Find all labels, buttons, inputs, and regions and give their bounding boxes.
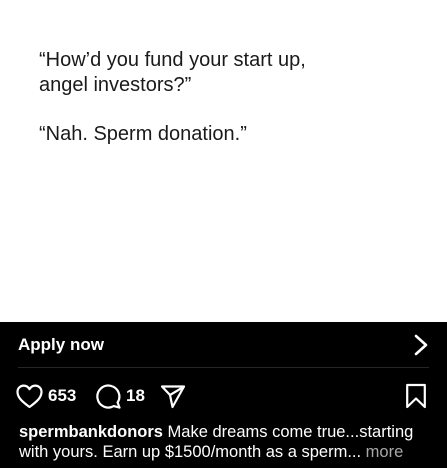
post-image[interactable]: “How’d you fund your start up, angel inv… [0, 0, 447, 322]
apply-now-label: Apply now [18, 334, 104, 354]
bookmark-icon[interactable] [405, 383, 427, 409]
like-button[interactable]: 653 [16, 378, 76, 414]
action-bar: 653 18 [0, 378, 447, 414]
post-caption: spermbankdonors Make dreams come true...… [19, 422, 434, 462]
divider [18, 367, 429, 368]
comment-count: 18 [126, 386, 145, 405]
chevron-right-icon [413, 334, 429, 356]
apply-now-bar[interactable]: Apply now [0, 322, 447, 367]
caption-username[interactable]: spermbankdonors [19, 423, 163, 441]
caption-more-link[interactable]: more [361, 443, 404, 461]
save-button[interactable] [405, 378, 427, 414]
post-quote-answer: “Nah. Sperm donation.” [39, 123, 247, 145]
comment-button[interactable]: 18 [95, 378, 145, 414]
share-icon[interactable] [160, 384, 186, 409]
post-quote-question: “How’d you fund your start up, angel inv… [39, 49, 306, 96]
share-button[interactable] [160, 378, 186, 414]
like-count: 653 [48, 386, 77, 405]
heart-icon[interactable] [16, 384, 43, 409]
comment-icon[interactable] [95, 383, 121, 409]
